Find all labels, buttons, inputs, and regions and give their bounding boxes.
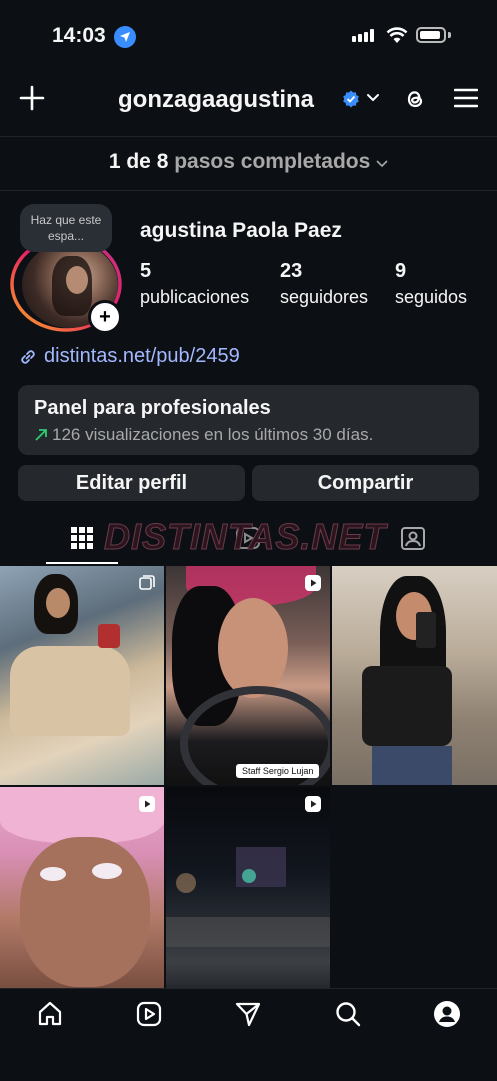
onboarding-steps[interactable]: 1 de 8 pasos completados [0, 150, 497, 174]
posts-count[interactable]: 5 [140, 260, 151, 283]
panel-title: Panel para profesionales [34, 397, 271, 419]
tagged-account-label: Staff Sergio Lujan [236, 764, 320, 778]
cellular-signal-icon [352, 29, 374, 42]
header-divider [0, 136, 497, 137]
profile-nav-icon[interactable] [433, 1000, 461, 1028]
posts-label[interactable]: publicaciones [140, 287, 249, 308]
share-profile-button[interactable]: Compartir [252, 465, 479, 501]
profile-link-text[interactable]: distintas.net/pub/2459 [44, 345, 240, 368]
carousel-icon [139, 575, 155, 590]
post-thumbnail[interactable] [0, 566, 164, 785]
wifi-icon [386, 27, 408, 43]
status-bar: 14:03 [0, 0, 497, 70]
add-story-plus-icon[interactable]: + [88, 300, 122, 334]
note-bubble[interactable]: Haz que este espa... [20, 204, 112, 252]
edit-profile-button[interactable]: Editar perfil [18, 465, 245, 501]
account-switcher-chevron-icon[interactable] [366, 93, 380, 103]
reels-nav-icon[interactable] [135, 1000, 163, 1028]
steps-label: pasos completados [174, 150, 371, 173]
create-plus-icon[interactable] [18, 84, 46, 112]
professional-dashboard-panel[interactable]: Panel para profesionales 126 visualizaci… [18, 385, 479, 455]
profile-link[interactable]: distintas.net/pub/2459 [18, 345, 240, 368]
reel-indicator-icon [305, 796, 321, 812]
post-thumbnail[interactable]: Staff Sergio Lujan [166, 566, 330, 785]
reel-indicator-icon [305, 575, 321, 591]
grid-tab-icon[interactable] [68, 524, 96, 552]
trend-up-arrow-icon [35, 429, 47, 441]
followers-label[interactable]: seguidores [280, 287, 368, 308]
home-icon[interactable] [36, 1000, 64, 1028]
link-icon [21, 349, 35, 364]
verified-badge-icon [343, 90, 359, 108]
active-tab-indicator [46, 562, 118, 564]
tagged-tab-icon[interactable] [399, 524, 427, 552]
post-thumbnail[interactable] [0, 787, 164, 1006]
panel-subtitle-text: 126 visualizaciones en los últimos 30 dí… [52, 425, 374, 444]
profile-full-name: agustina Paola Paez [140, 219, 342, 242]
hamburger-menu-icon[interactable] [454, 88, 478, 108]
threads-icon[interactable] [402, 86, 428, 112]
following-label[interactable]: seguidos [395, 287, 467, 308]
followers-count[interactable]: 23 [280, 260, 302, 283]
battery-icon [416, 27, 446, 43]
location-icon [114, 26, 136, 48]
reel-indicator-icon [139, 796, 155, 812]
steps-count: 1 de 8 [108, 150, 169, 173]
post-thumbnail[interactable] [332, 566, 497, 785]
steps-chevron-icon [376, 160, 388, 168]
panel-subtitle: 126 visualizaciones en los últimos 30 dí… [34, 425, 373, 445]
status-time: 14:03 [52, 24, 106, 47]
account-username[interactable]: gonzagaagustina [118, 86, 314, 114]
post-thumbnail[interactable] [166, 787, 330, 1006]
direct-messages-icon[interactable] [234, 1000, 262, 1028]
steps-divider [0, 190, 497, 191]
following-count[interactable]: 9 [395, 260, 406, 283]
search-icon[interactable] [334, 1000, 362, 1028]
battery-tip [448, 32, 451, 38]
watermark-text: DISTINTAS.NET [103, 516, 387, 558]
